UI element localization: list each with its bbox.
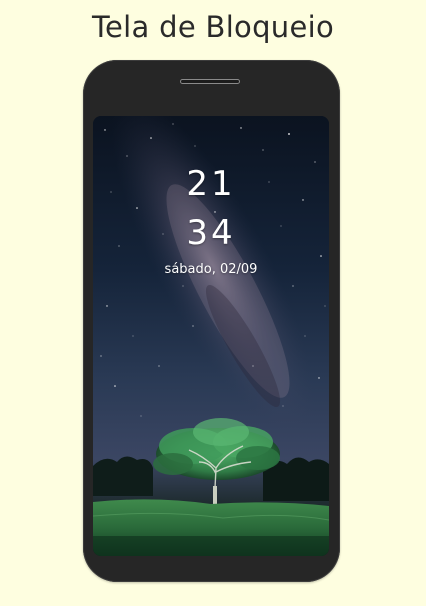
date-label: sábado, 02/09 [164, 262, 258, 277]
phone-frame: 21 34 sábado, 02/09 [83, 60, 340, 582]
phone-speaker [180, 79, 240, 84]
page-title: Tela de Bloqueio [91, 10, 335, 44]
clock-minutes: 34 [186, 213, 236, 253]
clock-hours: 21 [186, 164, 236, 204]
lock-screen[interactable]: 21 34 sábado, 02/09 [93, 116, 329, 556]
